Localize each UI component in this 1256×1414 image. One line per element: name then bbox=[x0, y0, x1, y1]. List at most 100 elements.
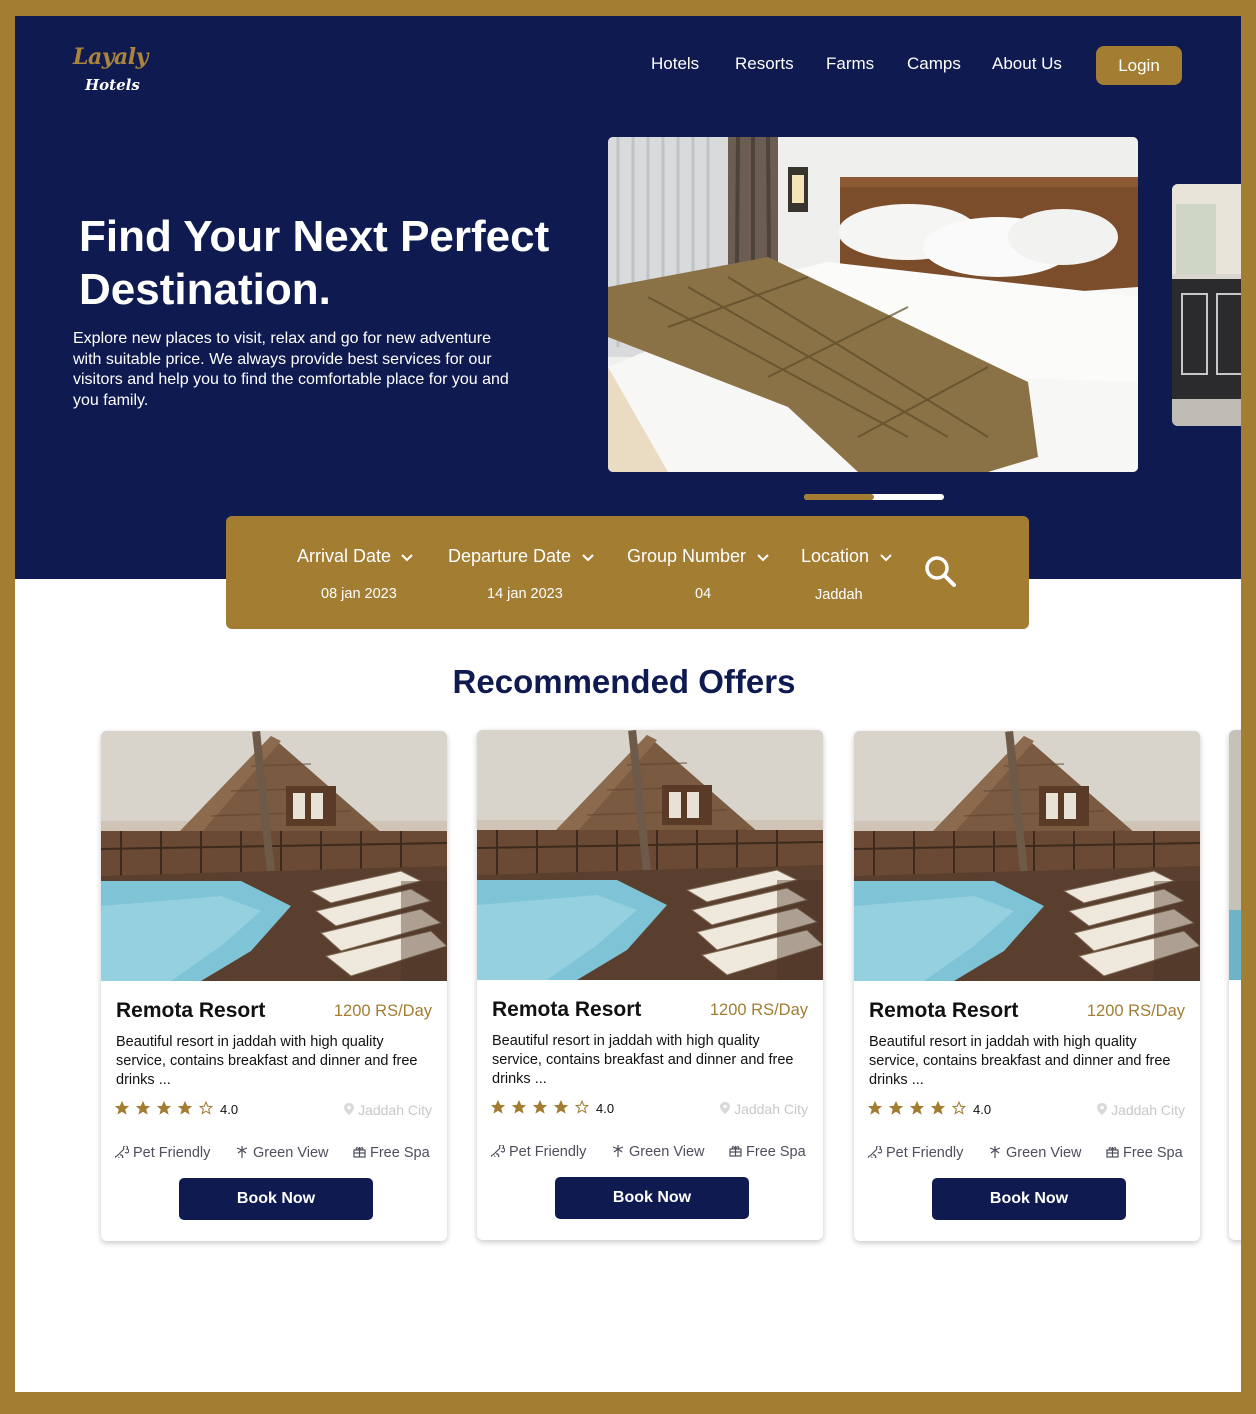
nav-item-farms[interactable]: Farms bbox=[826, 54, 874, 74]
amenity-pet-friendly: Pet Friendly bbox=[867, 1145, 964, 1161]
resort-price: 1200 RS/Day bbox=[1086, 1002, 1185, 1020]
arrival-date-value: 08 jan 2023 bbox=[321, 586, 397, 602]
star-filled-icon bbox=[909, 1100, 925, 1115]
star-filled-icon bbox=[553, 1099, 569, 1114]
rating-value: 4.0 bbox=[596, 1101, 615, 1116]
book-now-button[interactable]: Book Now bbox=[179, 1178, 373, 1220]
star-filled-icon bbox=[511, 1099, 527, 1114]
amenity-green-view: Green View bbox=[235, 1145, 329, 1161]
chevron-down-icon bbox=[879, 554, 892, 562]
paw-icon bbox=[490, 1144, 506, 1160]
resort-description: Beautiful resort in jaddah with high qua… bbox=[116, 1034, 418, 1088]
resort-location: Jaddah City bbox=[344, 1102, 432, 1118]
departure-date-value: 14 jan 2023 bbox=[487, 586, 563, 602]
carousel-indicator[interactable] bbox=[804, 494, 944, 500]
departure-date-label: Departure Date bbox=[448, 546, 572, 566]
search-icon[interactable] bbox=[923, 554, 959, 590]
resort-name: Remota Resort bbox=[869, 999, 1019, 1022]
resort-name: Remota Resort bbox=[116, 999, 266, 1022]
resort-name: Remota Resort bbox=[492, 998, 642, 1021]
arrival-date-field[interactable]: Arrival Date 08 jan 2023 bbox=[297, 546, 414, 602]
section-title: Recommended Offers bbox=[452, 663, 796, 700]
gift-icon bbox=[353, 1147, 366, 1158]
carousel-indicator-fill bbox=[804, 494, 874, 500]
amenities: Pet Friendly Green View Free Spa bbox=[114, 1145, 437, 1165]
star-empty-icon bbox=[198, 1100, 214, 1115]
amenity-label: Green View bbox=[629, 1144, 705, 1160]
resort-description: Beautiful resort in jaddah with high qua… bbox=[869, 1034, 1171, 1088]
logo[interactable]: Layaly Hotels bbox=[73, 44, 163, 100]
group-number-label: Group Number bbox=[627, 546, 747, 566]
paw-icon bbox=[114, 1145, 130, 1161]
star-filled-icon bbox=[114, 1100, 130, 1115]
gift-icon bbox=[1106, 1147, 1119, 1158]
resort-location: Jaddah City bbox=[720, 1101, 808, 1117]
amenity-label: Pet Friendly bbox=[886, 1145, 964, 1161]
resort-image[interactable] bbox=[854, 731, 1200, 981]
nav-item-resorts[interactable]: Resorts bbox=[735, 54, 794, 74]
amenities: Pet Friendly Green View Free Spa bbox=[490, 1144, 813, 1164]
resort-image[interactable] bbox=[477, 730, 823, 980]
resort-price: 1200 RS/Day bbox=[709, 1001, 808, 1019]
nav-item-hotels[interactable]: Hotels bbox=[651, 54, 699, 74]
logo-line1: Layaly bbox=[73, 44, 148, 70]
star-filled-icon bbox=[156, 1100, 172, 1115]
star-filled-icon bbox=[888, 1100, 904, 1115]
departure-date-field[interactable]: Departure Date 14 jan 2023 bbox=[448, 546, 594, 602]
group-number-field[interactable]: Group Number 04 bbox=[627, 546, 769, 602]
amenity-green-view: Green View bbox=[988, 1145, 1082, 1161]
offer-card[interactable]: Remota Resort 1200 RS/Day Beautiful reso… bbox=[101, 731, 447, 1241]
location-pin-icon bbox=[720, 1102, 731, 1114]
room-interior-illustration bbox=[1172, 184, 1241, 426]
hotel-room-image[interactable] bbox=[608, 137, 1138, 472]
book-now-button[interactable]: Book Now bbox=[555, 1177, 749, 1219]
chevron-down-icon bbox=[581, 554, 594, 562]
login-button[interactable]: Login bbox=[1096, 46, 1182, 85]
offer-card-next[interactable] bbox=[1229, 730, 1241, 1240]
star-filled-icon bbox=[532, 1099, 548, 1114]
amenity-label: Free Spa bbox=[370, 1145, 430, 1161]
chevron-down-icon bbox=[401, 554, 414, 562]
paw-icon bbox=[867, 1145, 883, 1161]
resort-illustration bbox=[477, 730, 823, 980]
resort-image[interactable] bbox=[101, 731, 447, 981]
bedroom-illustration bbox=[608, 137, 1138, 472]
amenity-green-view: Green View bbox=[611, 1144, 705, 1160]
gift-icon bbox=[729, 1146, 742, 1157]
palm-icon bbox=[989, 1146, 1001, 1158]
nav-item-about-us[interactable]: About Us bbox=[992, 54, 1062, 74]
star-filled-icon bbox=[867, 1100, 883, 1115]
star-filled-icon bbox=[490, 1099, 506, 1114]
offer-card[interactable]: Remota Resort 1200 RS/Day Beautiful reso… bbox=[477, 730, 823, 1240]
resort-location-label: Jaddah City bbox=[1111, 1102, 1185, 1118]
hero-title: Find Your Next Perfect Destination. bbox=[79, 212, 550, 314]
location-field[interactable]: Location Jaddah bbox=[801, 546, 892, 603]
nav-item-camps[interactable]: Camps bbox=[907, 54, 961, 74]
star-filled-icon bbox=[177, 1100, 193, 1115]
book-now-button[interactable]: Book Now bbox=[932, 1178, 1126, 1220]
chevron-down-icon bbox=[756, 554, 769, 562]
rating-value: 4.0 bbox=[973, 1102, 992, 1117]
amenity-free-spa: Free Spa bbox=[729, 1144, 806, 1160]
amenity-label: Green View bbox=[1006, 1145, 1082, 1161]
resort-location-label: Jaddah City bbox=[358, 1102, 432, 1118]
resort-illustration bbox=[854, 731, 1200, 981]
star-empty-icon bbox=[574, 1099, 590, 1114]
location-value: Jaddah bbox=[815, 587, 863, 603]
location-pin-icon bbox=[344, 1103, 355, 1115]
arrival-date-label: Arrival Date bbox=[297, 546, 392, 566]
offer-card[interactable]: Remota Resort 1200 RS/Day Beautiful reso… bbox=[854, 731, 1200, 1241]
star-filled-icon bbox=[135, 1100, 151, 1115]
amenity-pet-friendly: Pet Friendly bbox=[114, 1145, 210, 1161]
search-bar: Arrival Date 08 jan 2023 Departure Date … bbox=[226, 516, 1029, 629]
star-rating bbox=[114, 1100, 220, 1117]
resort-illustration bbox=[101, 731, 447, 981]
palm-icon bbox=[236, 1146, 248, 1158]
location-label: Location bbox=[801, 546, 870, 566]
amenity-label: Free Spa bbox=[746, 1144, 806, 1160]
hotel-room-image-next[interactable] bbox=[1172, 184, 1241, 426]
rating-value: 4.0 bbox=[220, 1102, 239, 1117]
amenity-label: Free Spa bbox=[1123, 1145, 1183, 1161]
amenities: Pet Friendly Green View Free Spa bbox=[867, 1145, 1190, 1165]
resort-description: Beautiful resort in jaddah with high qua… bbox=[492, 1033, 794, 1087]
